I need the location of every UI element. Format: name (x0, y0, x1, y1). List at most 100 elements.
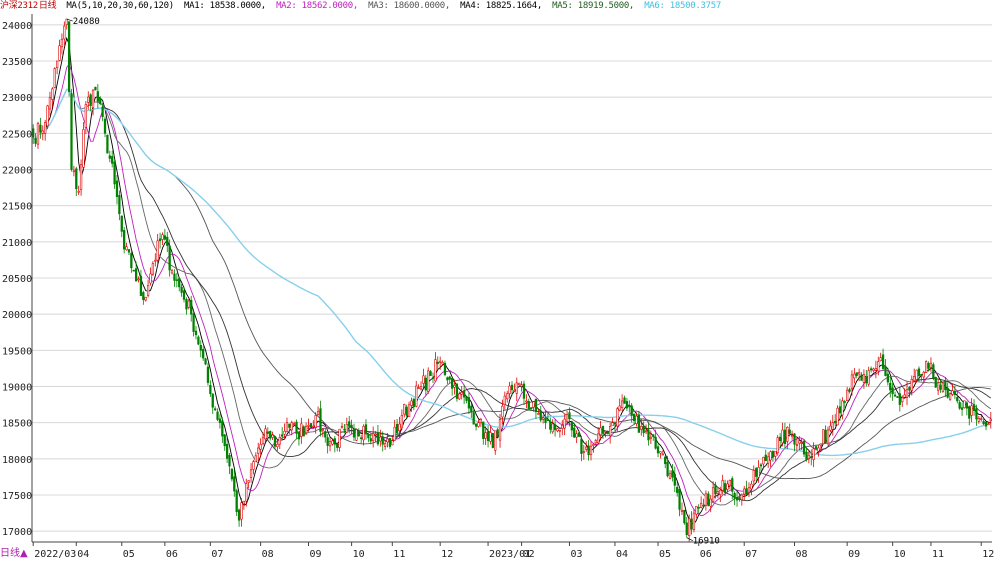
candle-body (182, 290, 186, 300)
candlestick-chart[interactable]: 17000 17500 18000 18500 19000 19500 20000 20500… (0, 0, 1000, 561)
candle (103, 116, 107, 138)
candle-body (498, 419, 502, 441)
candle-body (458, 393, 461, 400)
candle (302, 425, 305, 437)
x-tick-label: 12 (982, 549, 994, 560)
candle-body (855, 372, 858, 376)
candle (403, 403, 406, 418)
candle-body (156, 240, 159, 261)
candle-body (872, 368, 875, 371)
ma-label: MA(5,10,20,30,60,120) (66, 1, 174, 11)
candle-body (685, 522, 688, 536)
candle (247, 480, 250, 489)
candle-body (434, 359, 437, 382)
candle (319, 400, 322, 437)
candle (391, 436, 394, 446)
candle-body (927, 363, 930, 369)
candle (254, 452, 257, 462)
candle (637, 410, 641, 433)
candle-body (290, 422, 293, 431)
candle-body (853, 373, 856, 379)
candle-body (585, 446, 588, 450)
candle-body (762, 456, 765, 465)
period-tab[interactable]: 日线▲ (0, 544, 28, 559)
candle-body (860, 374, 863, 381)
candle-body (786, 427, 789, 442)
candle (48, 91, 52, 117)
candle (321, 427, 325, 438)
x-tick-label: 10 (353, 549, 365, 560)
x-tick-label: 2022/03 (34, 549, 76, 560)
candle (328, 437, 332, 452)
ma4-value: MA4: 18825.1664, (460, 1, 543, 11)
candle-body (149, 273, 152, 284)
candle-body (221, 420, 224, 437)
candle-body (884, 366, 887, 376)
candle (857, 368, 861, 382)
candle-body (556, 428, 559, 432)
candle-body (618, 405, 621, 411)
candle (197, 335, 200, 346)
y-tick-label: 21000 (2, 238, 32, 249)
candle-body (254, 455, 257, 462)
candle-body (407, 404, 411, 417)
candle (867, 366, 870, 387)
candle-body (953, 390, 957, 395)
candle-body (501, 405, 504, 418)
candle (455, 382, 459, 402)
candle-body (417, 387, 420, 389)
candle (628, 400, 631, 413)
candle-body (235, 490, 238, 513)
candle (158, 232, 162, 249)
candle-body (537, 413, 540, 415)
candle (415, 380, 418, 408)
candle (750, 480, 753, 496)
candle (503, 391, 506, 410)
candle (850, 370, 854, 396)
candle-body (910, 378, 913, 391)
candle (984, 421, 988, 431)
candle-body (518, 382, 521, 386)
candle-body (316, 411, 320, 415)
candle-body (587, 445, 590, 456)
chart-canvas[interactable]: 17000 17500 18000 18500 19000 19500 20000 20500… (0, 0, 1000, 561)
candle-body (441, 362, 444, 365)
candle-body (869, 368, 873, 371)
candle-body (561, 424, 564, 429)
candle (170, 268, 174, 275)
candle-body (161, 234, 164, 240)
y-tick-label: 22000 (2, 166, 32, 177)
candle-body (802, 440, 806, 455)
candle-body (230, 468, 234, 480)
candle-body (106, 134, 109, 154)
candle (934, 376, 937, 389)
candle (620, 394, 624, 411)
candle (108, 150, 111, 163)
candle-body (599, 427, 602, 436)
candle-body (309, 423, 313, 428)
candle (781, 422, 784, 447)
candle-body (936, 382, 940, 391)
candle (434, 352, 437, 382)
candle-body (790, 434, 794, 437)
candle-body (642, 425, 645, 434)
candle-body (415, 385, 418, 407)
candle-body (190, 300, 193, 315)
candle-body (146, 285, 150, 296)
candle-body (647, 429, 650, 441)
candle-body (752, 470, 755, 482)
candle (46, 104, 49, 129)
candle (324, 428, 327, 443)
candle (498, 413, 502, 448)
candle-body (443, 362, 447, 375)
candle (587, 439, 590, 461)
candle (446, 376, 449, 385)
candle-body (577, 432, 581, 437)
candle-body (506, 393, 509, 400)
candle (400, 409, 404, 430)
candle-body (843, 401, 846, 403)
annotations: 24080 16910 (66, 17, 720, 547)
candle-body (822, 429, 825, 445)
candle (458, 391, 461, 401)
candle-body (865, 376, 868, 384)
